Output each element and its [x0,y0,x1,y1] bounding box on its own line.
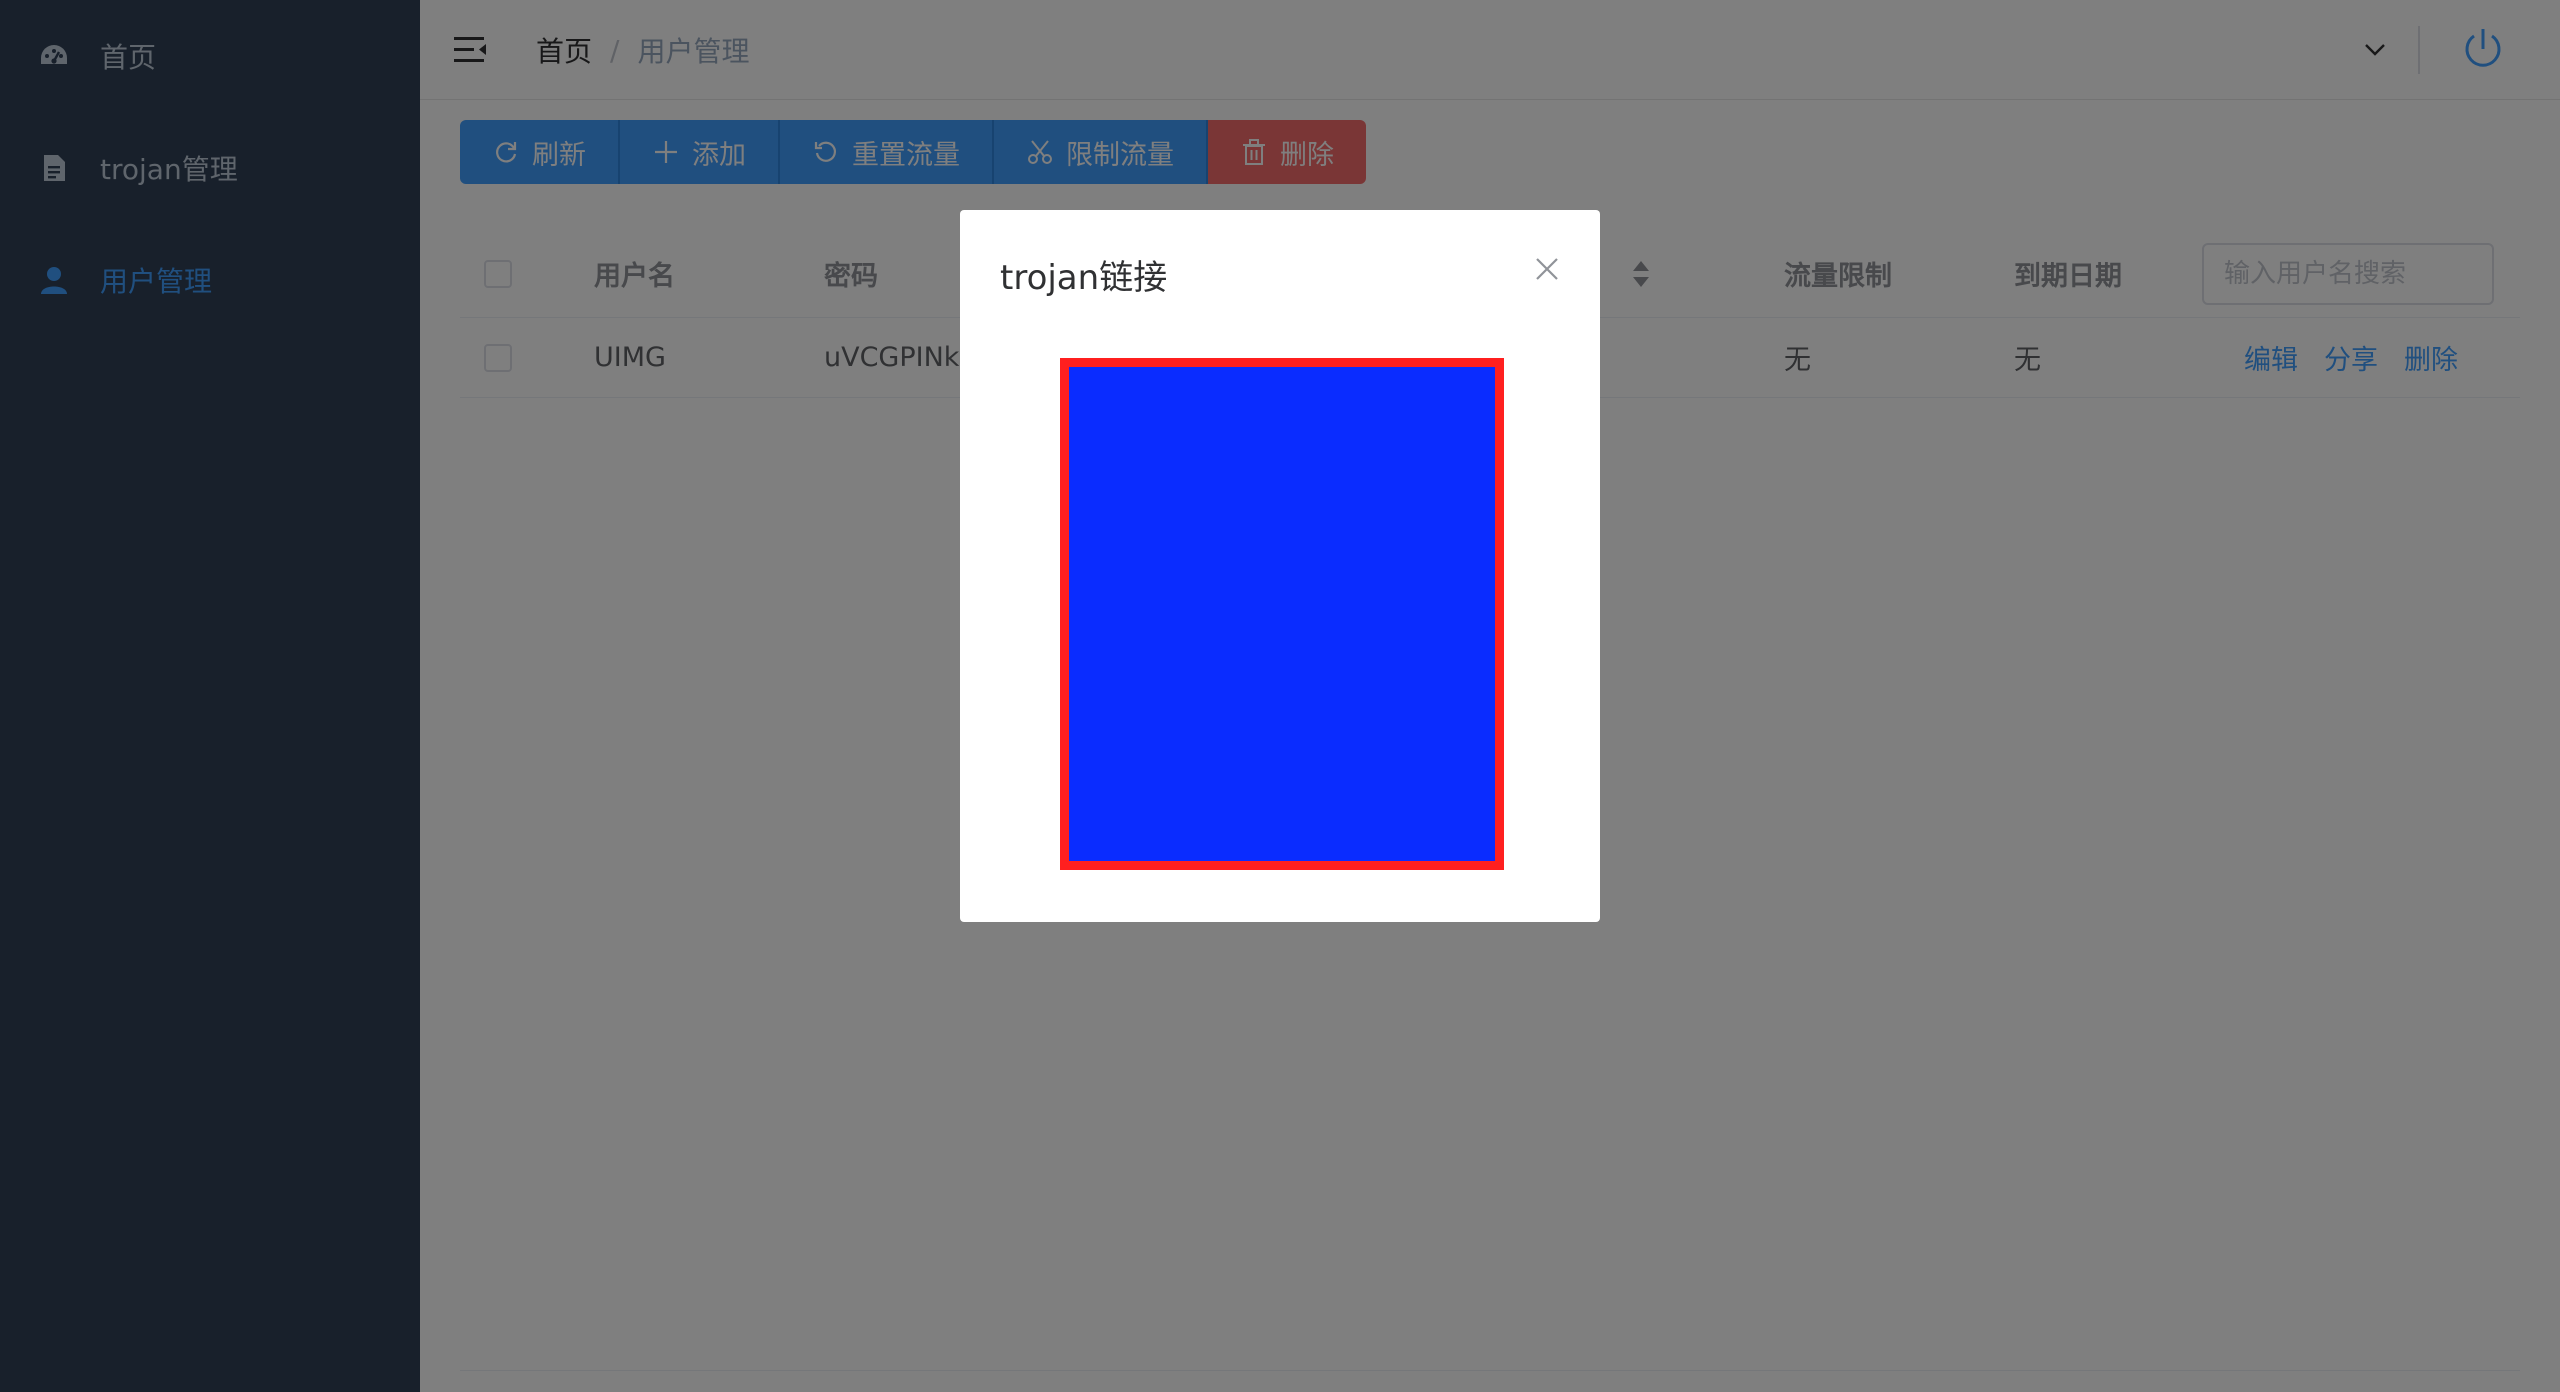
trojan-link-dialog: trojan链接 [960,210,1600,922]
app-root: 首页 trojan管理 用户管理 首页 / 用户管理 [0,0,2560,1392]
qr-code-image [1060,358,1504,870]
dialog-title: trojan链接 [1000,258,1168,298]
close-icon[interactable] [1534,256,1560,282]
